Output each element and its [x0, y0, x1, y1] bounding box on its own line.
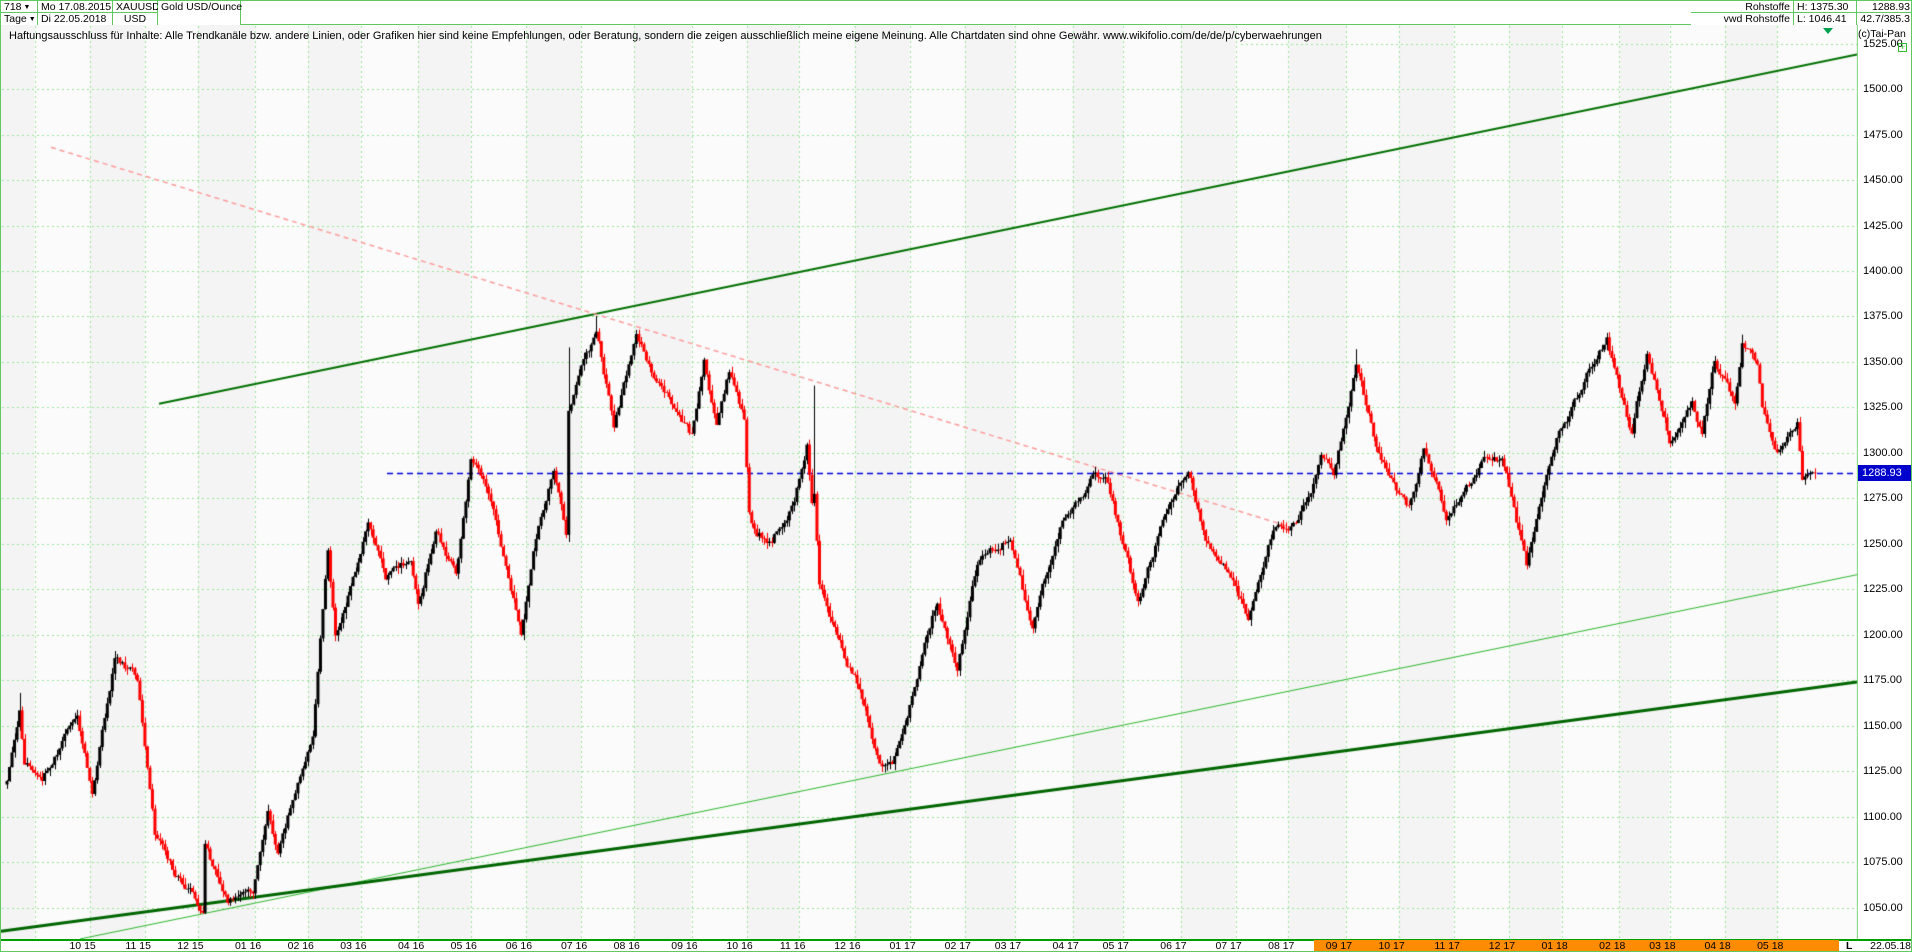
x-axis-label: 12 15 [170, 940, 204, 952]
axis-last-date-label: 22.05.18 [1861, 940, 1911, 952]
x-axis-label: 02 17 [937, 940, 971, 952]
x-axis-label: 09 16 [664, 940, 698, 952]
x-axis-label: 06 17 [1153, 940, 1187, 952]
x-axis-label: 05 16 [443, 940, 477, 952]
y-axis-label: 1475.00 [1863, 129, 1911, 141]
feed-label: vwd Rohstoffe [1691, 13, 1793, 25]
marker-square-icon[interactable]: + [1898, 43, 1907, 52]
group-label: Rohstoffe [1691, 1, 1793, 13]
taipan-chart-window: 718▼ Tage▼ Mo 17.08.2015 Di 22.05.2018 X… [0, 0, 1912, 952]
last-price-badge: 1288.93 [1858, 465, 1912, 481]
period-high-label: H: 1375.30 [1794, 1, 1856, 13]
x-axis-label: 09 17 [1318, 940, 1352, 952]
x-axis-label: 12 17 [1481, 940, 1515, 952]
x-axis-label: 04 18 [1697, 940, 1731, 952]
y-axis-label: 1375.00 [1863, 310, 1911, 322]
period-cell: 718▼ Tage▼ [1, 1, 38, 25]
x-axis-label: 07 16 [553, 940, 587, 952]
quote-cell: 1288.93 42.7/385.3 [1857, 1, 1912, 25]
x-axis-label: 10 15 [62, 940, 96, 952]
currency-label: USD [113, 13, 157, 25]
y-axis-label: 1500.00 [1863, 83, 1911, 95]
y-axis-label: 1200.00 [1863, 629, 1911, 641]
x-axis-label: 01 17 [882, 940, 916, 952]
bars-count-dropdown[interactable]: 718▼ [1, 1, 37, 13]
symbol-cell: XAUUSD USD [113, 1, 158, 25]
disclaimer-text: Haftungsausschluss für Inhalte: Alle Tre… [9, 30, 1322, 42]
y-axis-label: 1225.00 [1863, 583, 1911, 595]
y-axis-label: 1075.00 [1863, 856, 1911, 868]
y-axis-label: 1325.00 [1863, 401, 1911, 413]
x-axis-label: 02 18 [1591, 940, 1625, 952]
x-axis-label: 01 16 [227, 940, 261, 952]
y-axis-label: 1050.00 [1863, 902, 1911, 914]
y-axis-label: 1425.00 [1863, 220, 1911, 232]
y-axis-label: 1400.00 [1863, 265, 1911, 277]
period-dropdown[interactable]: Tage▼ [1, 13, 37, 25]
instrument-title: Gold USD/Ounce [158, 1, 240, 13]
y-axis-label: 1350.00 [1863, 356, 1911, 368]
x-axis-label: 07 17 [1208, 940, 1242, 952]
x-axis-label: 11 15 [117, 940, 151, 952]
x-axis-label: 03 17 [987, 940, 1021, 952]
period-low-label: L: 1046.41 [1794, 13, 1856, 25]
axis-low-marker: L [1846, 940, 1852, 952]
x-axis-label: 03 18 [1642, 940, 1676, 952]
x-axis-label: 03 16 [333, 940, 367, 952]
x-axis-label: 01 18 [1534, 940, 1568, 952]
x-axis-label: 08 17 [1260, 940, 1294, 952]
right-axis-background [1858, 25, 1912, 939]
y-axis-label: 1175.00 [1863, 674, 1911, 686]
y-axis-label: 1250.00 [1863, 538, 1911, 550]
x-axis-label: 06 16 [498, 940, 532, 952]
x-axis-label: 10 16 [719, 940, 753, 952]
y-axis-label: 1150.00 [1863, 720, 1911, 732]
chevron-down-icon: ▼ [29, 14, 36, 26]
x-axis-label: 05 17 [1095, 940, 1129, 952]
x-axis-label: 10 17 [1371, 940, 1405, 952]
y-axis-label: 1300.00 [1863, 447, 1911, 459]
y-axis-label: 1450.00 [1863, 174, 1911, 186]
symbol-label[interactable]: XAUUSD [113, 1, 157, 13]
title-cell: Gold USD/Ounce [158, 1, 241, 25]
x-axis-label: 12 16 [827, 940, 861, 952]
copyright-label: (c)Tai-Pan [1858, 28, 1906, 40]
y-axis-label: 1275.00 [1863, 492, 1911, 504]
x-axis-label: 11 16 [771, 940, 805, 952]
x-axis-label: 11 17 [1426, 940, 1460, 952]
x-axis-label: 04 17 [1045, 940, 1079, 952]
stats-label: 42.7/385.3 [1857, 13, 1912, 25]
last-price-label: 1288.93 [1857, 1, 1912, 13]
group-cell: Rohstoffe vwd Rohstoffe [1691, 1, 1793, 25]
price-chart-canvas[interactable] [1, 1, 1912, 952]
x-axis-label: 04 16 [390, 940, 424, 952]
y-axis-label: 1125.00 [1863, 765, 1911, 777]
x-axis-label: 08 16 [606, 940, 640, 952]
high-low-cell: H: 1375.30 L: 1046.41 [1793, 1, 1857, 25]
x-axis-label: 05 18 [1749, 940, 1783, 952]
y-axis-label: 1100.00 [1863, 811, 1911, 823]
date-to-label[interactable]: Di 22.05.2018 [38, 13, 112, 25]
scroll-position-triangle-icon[interactable] [1823, 28, 1833, 34]
date-range-cell: Mo 17.08.2015 Di 22.05.2018 [38, 1, 113, 25]
x-axis-label: 02 16 [280, 940, 314, 952]
header-bar [1, 1, 1912, 25]
date-from-label[interactable]: Mo 17.08.2015 [38, 1, 112, 13]
